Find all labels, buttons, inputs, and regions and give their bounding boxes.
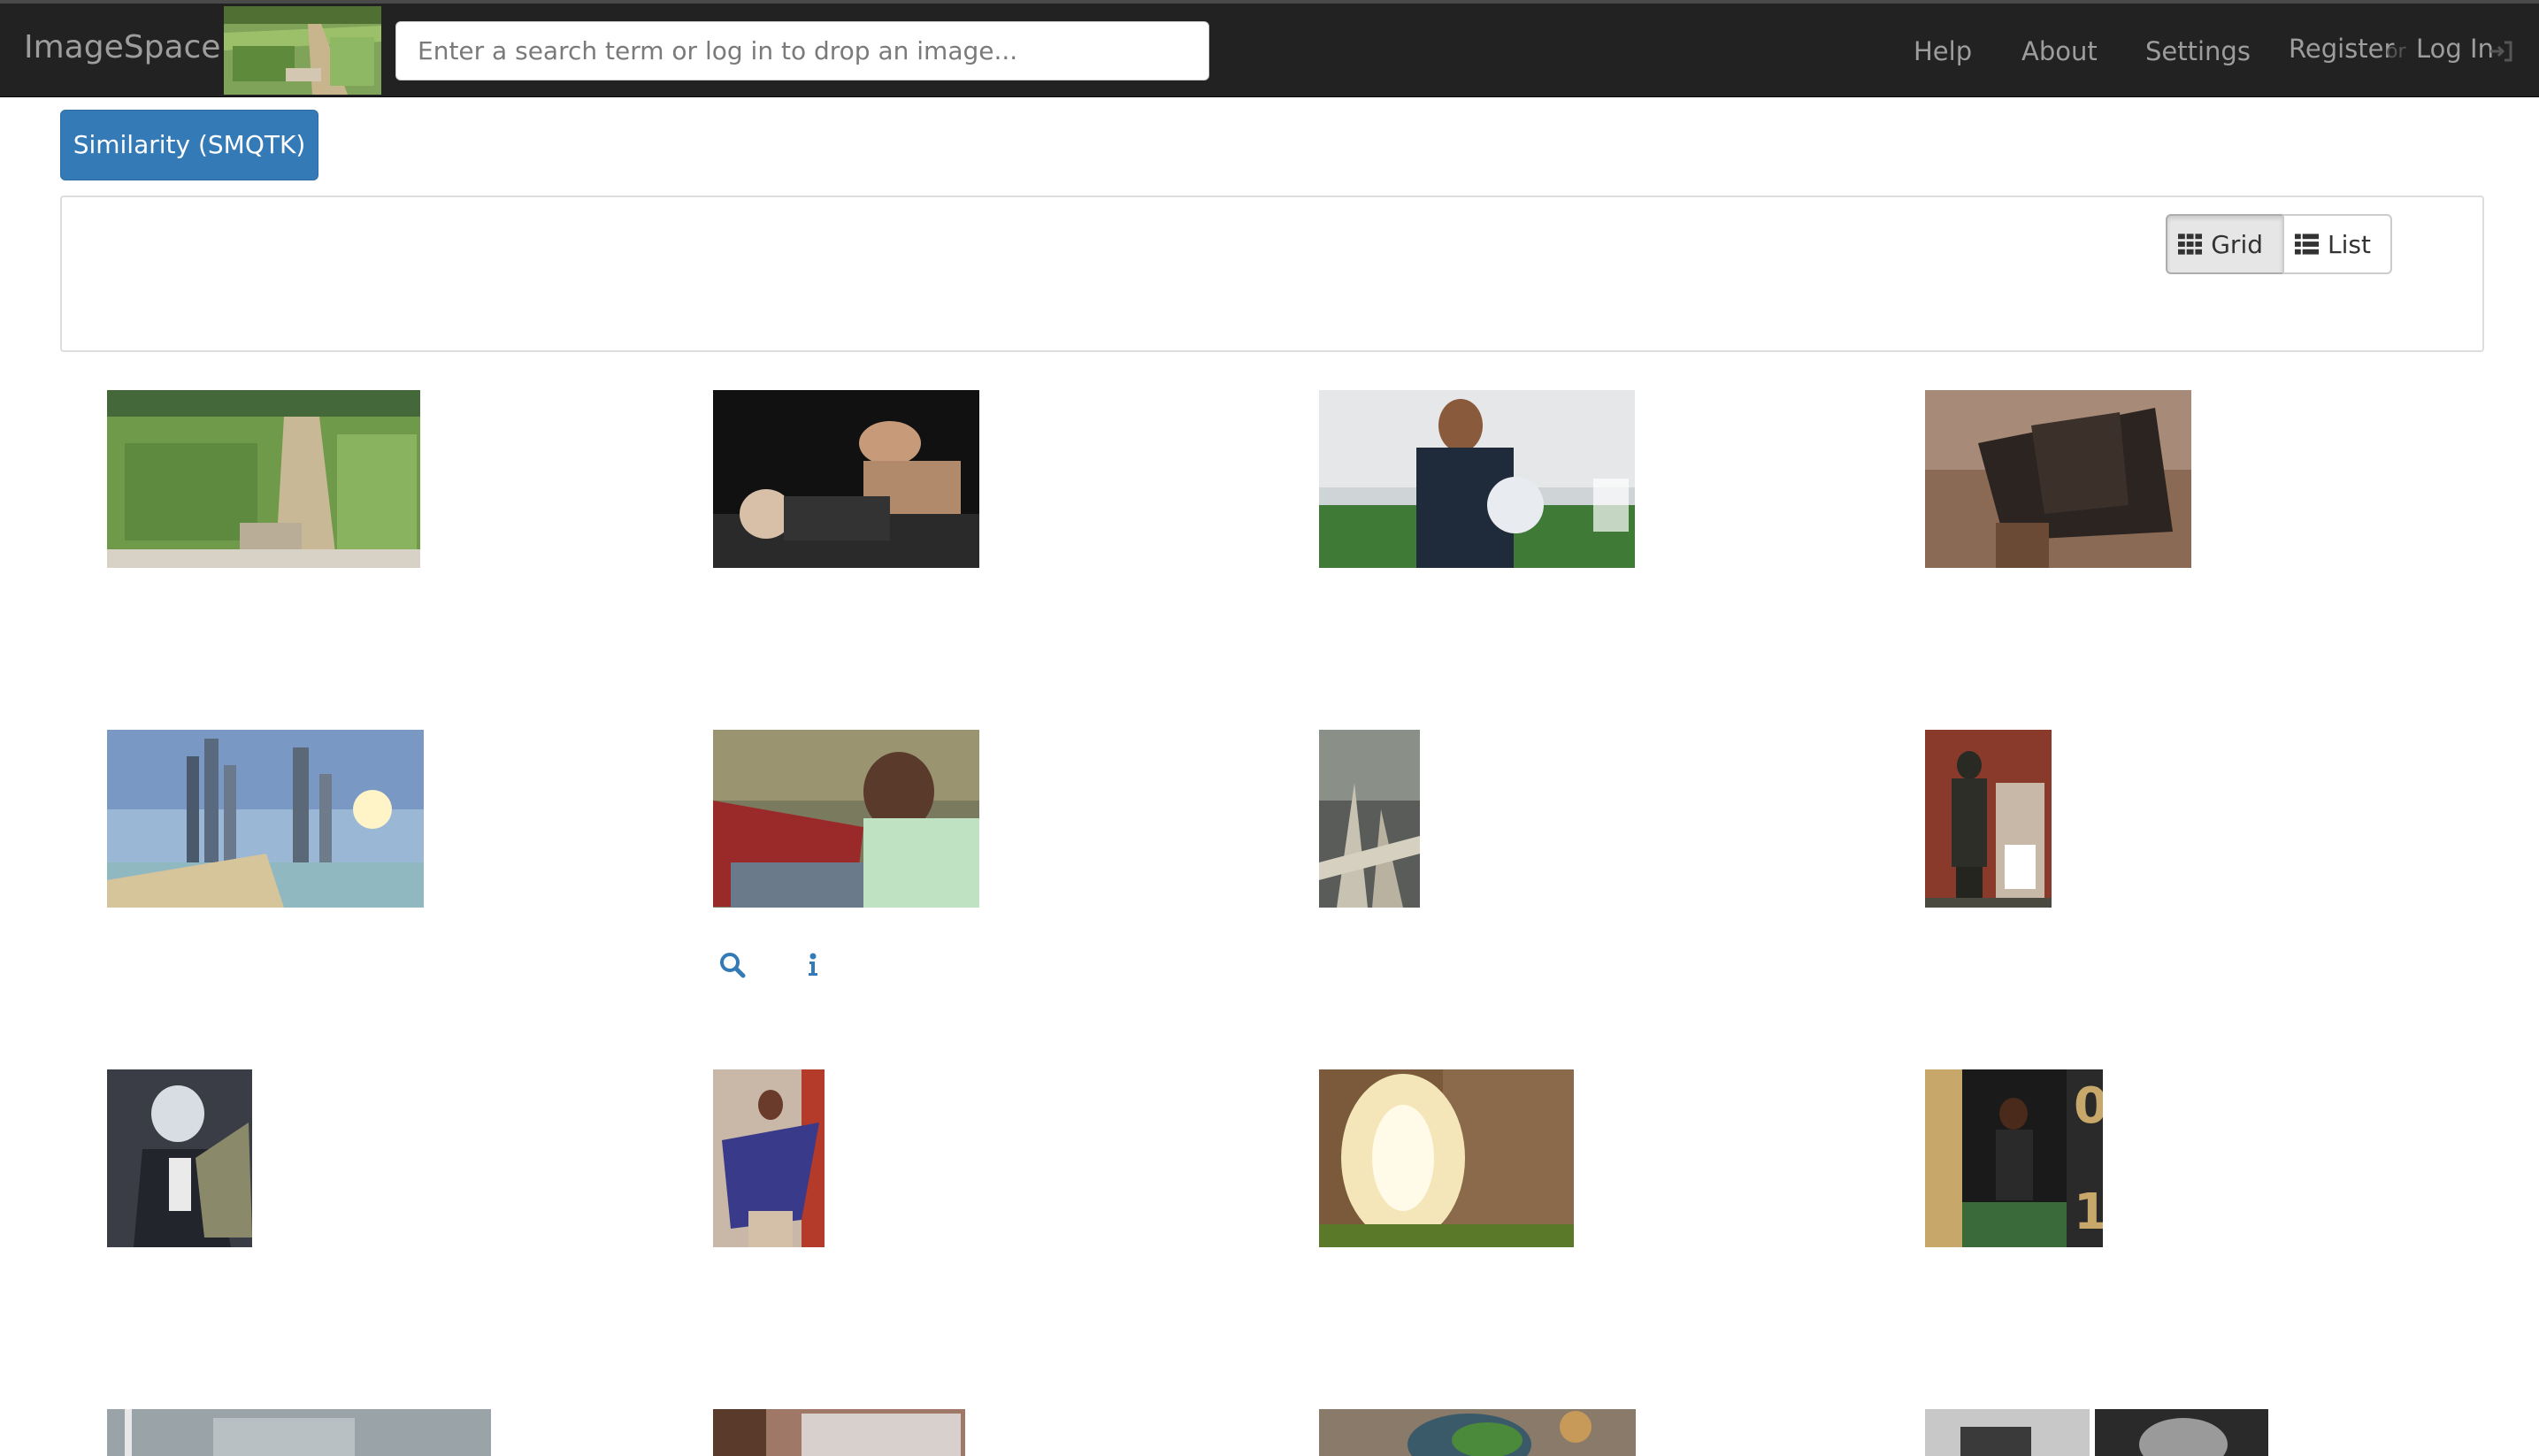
brand-thumbnail-image[interactable]	[224, 6, 381, 95]
navbar: ImageSpace Help About Settings Register …	[0, 0, 2539, 97]
nav-link-about[interactable]: About	[2021, 35, 2098, 67]
result-thumbnail[interactable]	[713, 1409, 965, 1456]
result-thumbnail[interactable]	[713, 1069, 825, 1247]
result-thumbnail[interactable]	[713, 730, 979, 908]
brand-logo[interactable]: ImageSpace	[24, 28, 220, 67]
log-in-icon[interactable]	[2488, 35, 2514, 67]
result-thumbnail[interactable]	[1319, 390, 1635, 568]
search-icon[interactable]	[717, 950, 748, 980]
nav-link-settings[interactable]: Settings	[2145, 35, 2251, 67]
list-view-button[interactable]: List	[2282, 214, 2392, 274]
nav-link-login[interactable]: Log In	[2416, 33, 2494, 65]
th-list-icon	[2295, 234, 2320, 255]
grid-view-button[interactable]: Grid	[2166, 214, 2284, 274]
view-toggle-group: Grid List	[2166, 214, 2392, 274]
nav-link-help[interactable]: Help	[1914, 35, 1972, 67]
nav-link-register[interactable]: Register	[2289, 33, 2394, 65]
list-view-label: List	[2328, 229, 2371, 259]
result-thumbnail[interactable]	[107, 1409, 491, 1456]
tab-similarity-smqtk[interactable]: Similarity (SMQTK)	[60, 110, 318, 180]
result-thumbnail[interactable]	[107, 390, 420, 568]
grid-view-label: Grid	[2211, 229, 2263, 259]
result-thumbnail[interactable]	[107, 1069, 252, 1247]
search-input[interactable]	[395, 21, 1209, 80]
result-thumbnail[interactable]	[1319, 730, 1420, 908]
result-thumbnail[interactable]	[1925, 1409, 2090, 1456]
result-thumbnail[interactable]	[2095, 1409, 2268, 1456]
result-thumbnail[interactable]: 0 1	[1925, 1069, 2103, 1247]
th-grid-icon	[2178, 234, 2203, 255]
result-thumbnail[interactable]	[1319, 1409, 1636, 1456]
result-thumbnail[interactable]	[1319, 1069, 1574, 1247]
result-thumbnail[interactable]	[1925, 390, 2191, 568]
result-thumbnail[interactable]	[107, 730, 424, 908]
results-panel	[60, 195, 2484, 352]
nav-or-text: or	[2386, 41, 2406, 63]
svg-text:0: 0	[2074, 1077, 2103, 1135]
svg-text:1: 1	[2074, 1184, 2103, 1241]
result-thumbnail[interactable]	[713, 390, 979, 568]
result-thumbnail[interactable]	[1925, 730, 2052, 908]
info-icon[interactable]	[798, 950, 828, 980]
